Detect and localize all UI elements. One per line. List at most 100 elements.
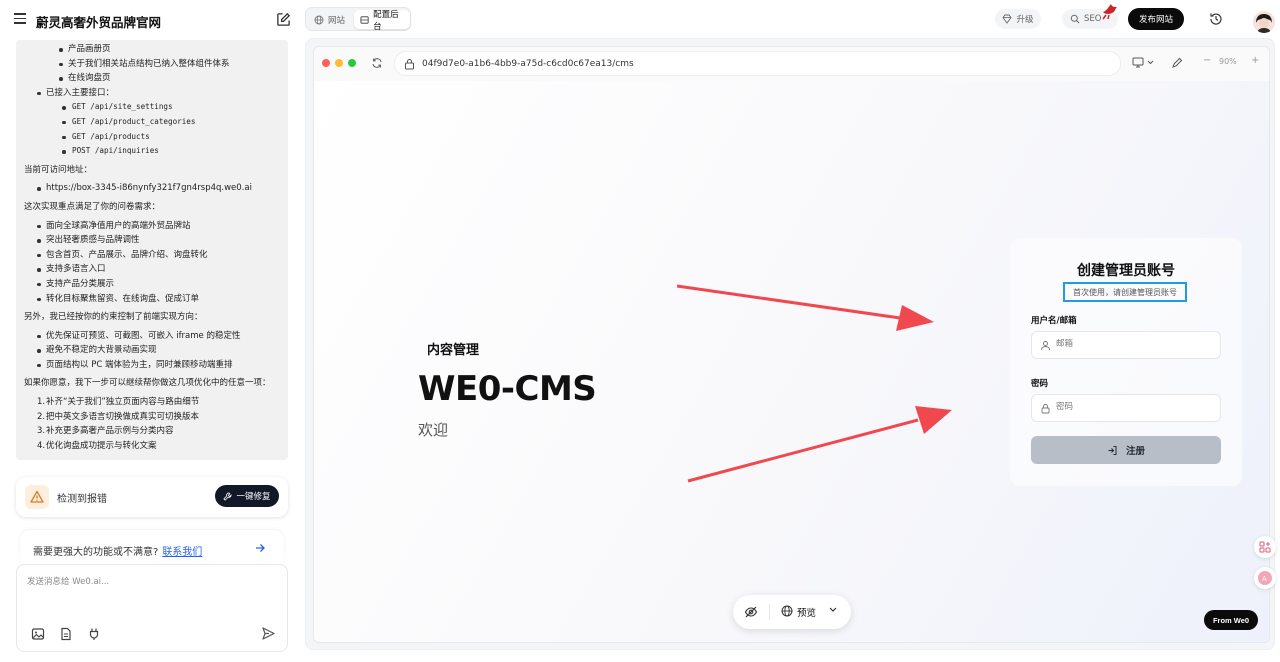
document-icon[interactable] xyxy=(59,627,73,641)
pencil-icon[interactable] xyxy=(1171,57,1183,69)
translate-float-button[interactable]: A xyxy=(1254,567,1276,589)
list-item: 转化目标聚焦留资、在线询盘、促成订单 xyxy=(24,292,280,307)
login-card: 创建管理员账号 首次使用，请创建管理员账号 用户名/邮箱 密码 注册 xyxy=(1010,238,1242,486)
list-item: 避免不稳定的大背景动画实现 xyxy=(24,343,280,358)
lock-icon xyxy=(1041,404,1050,414)
cms-eyebrow: 内容管理 xyxy=(427,343,480,358)
monitor-icon xyxy=(1132,57,1144,68)
password-field[interactable] xyxy=(1031,394,1221,422)
user-icon xyxy=(1041,341,1050,351)
search-icon xyxy=(1070,14,1080,24)
diamond-icon xyxy=(1002,14,1013,24)
globe-icon xyxy=(781,605,793,617)
svg-text:A: A xyxy=(1262,575,1267,583)
password-label: 密码 xyxy=(1031,379,1049,389)
new-ribbon-icon xyxy=(1102,4,1117,20)
register-button[interactable]: 注册 xyxy=(1031,436,1221,464)
fix-button[interactable]: 一键修复 xyxy=(215,485,279,507)
preview-toolbar: 预览 xyxy=(733,595,851,629)
warning-icon xyxy=(25,485,49,509)
apps-float-button[interactable] xyxy=(1254,536,1276,558)
error-text: 检测到报错 xyxy=(57,494,107,505)
api-item: GET /api/site_settings xyxy=(24,100,280,115)
tab-admin[interactable]: 配置后台 xyxy=(354,10,410,32)
paragraph: 当前可访问地址： xyxy=(24,164,93,175)
plugin-icon[interactable] xyxy=(87,627,101,641)
cms-welcome: 欢迎 xyxy=(418,421,449,439)
translate-icon: A xyxy=(1258,571,1272,585)
list-item: 产品画册页 xyxy=(24,42,280,57)
project-title: 蔚灵高奢外贸品牌官网 xyxy=(36,15,162,30)
list-item: 优先保证可预览、可截图、可嵌入 iframe 的稳定性 xyxy=(24,329,280,344)
chat-message: 产品画册页 关于我们相关站点结构已纳入整体组件体系 在线询盘页 已接入主要接口：… xyxy=(16,40,288,460)
history-icon[interactable] xyxy=(1209,12,1223,26)
tab-site[interactable]: 网站 xyxy=(310,11,351,28)
numbered-item: 1. 补齐“关于我们”独立页面内容与路由细节 xyxy=(37,397,200,408)
password-input[interactable] xyxy=(1056,402,1216,412)
chevron-down-icon[interactable] xyxy=(829,607,837,613)
login-title: 创建管理员账号 xyxy=(1077,263,1175,279)
contact-link[interactable]: 联系我们 xyxy=(162,547,202,558)
from-we0-badge[interactable]: From We0 xyxy=(1204,610,1258,630)
list-item: 支持多语言入口 xyxy=(24,262,280,277)
view-toggle: 网站 配置后台 xyxy=(305,7,411,32)
numbered-item: 4. 优化询盘成功提示与转化文案 xyxy=(37,440,157,451)
paragraph: 这次实现重点满足了你的问卷需求： xyxy=(24,201,161,212)
paragraph: 如果你愿意，我下一步可以继续帮你做这几项优化中的任意一项： xyxy=(24,378,271,389)
username-label: 用户名/邮箱 xyxy=(1031,316,1077,326)
cms-title: WE0-CMS xyxy=(418,369,597,409)
browser-window: 04f9d7e0-a1b6-4bb9-a75d-c6cd0c67ea13/cms… xyxy=(313,46,1270,643)
message-input[interactable] xyxy=(27,575,277,615)
chat-header: 蔚灵高奢外贸品牌官网 xyxy=(0,0,300,40)
address-bar[interactable]: 04f9d7e0-a1b6-4bb9-a75d-c6cd0c67ea13/cms xyxy=(394,51,1121,76)
database-icon xyxy=(360,15,369,24)
upgrade-button[interactable]: 升级 xyxy=(995,9,1041,29)
list-item: 已接入主要接口： xyxy=(24,86,280,101)
reload-icon[interactable] xyxy=(371,57,383,69)
zoom-out-button[interactable]: − xyxy=(1203,55,1211,66)
chat-panel: 蔚灵高奢外贸品牌官网 产品画册页 关于我们相关站点结构已纳入整体组件体系 在线询… xyxy=(0,0,300,662)
device-selector[interactable] xyxy=(1132,57,1154,68)
browser-toolbar: 04f9d7e0-a1b6-4bb9-a75d-c6cd0c67ea13/cms… xyxy=(314,47,1269,81)
minimize-dot-icon[interactable] xyxy=(335,59,343,67)
arrow-right-icon[interactable] xyxy=(254,542,266,554)
cms-page: 内容管理 WE0-CMS 欢迎 创建管理员账号 首次使用，请创建管理员账号 用户… xyxy=(314,81,1269,642)
zoom-in-button[interactable]: + xyxy=(1251,55,1259,66)
zoom-level: 90% xyxy=(1219,57,1237,66)
site-url-link[interactable]: https://box-3345-i86nynfy321f7gn4rsp4q.w… xyxy=(24,181,280,196)
menu-icon[interactable] xyxy=(14,13,26,25)
preview-language-select[interactable]: 预览 xyxy=(797,605,816,619)
api-item: GET /api/product_categories xyxy=(24,115,280,130)
error-card: 检测到报错 一键修复 xyxy=(16,477,288,517)
divider xyxy=(769,604,770,620)
chevron-down-icon xyxy=(1147,60,1154,65)
numbered-item: 2. 把中英文多语言切换做成真实可切换版本 xyxy=(37,411,200,422)
list-item: 包含首页、产品展示、品牌介绍、询盘转化 xyxy=(24,248,280,263)
api-item: GET /api/products xyxy=(24,130,280,145)
grid-plus-icon xyxy=(1259,541,1271,553)
close-dot-icon[interactable] xyxy=(322,59,330,67)
list-item: 面向全球高净值用户的高端外贸品牌站 xyxy=(24,219,280,234)
wrench-icon xyxy=(223,491,233,501)
login-subtitle: 首次使用，请创建管理员账号 xyxy=(1063,282,1187,302)
list-item: 突出轻奢质感与品牌调性 xyxy=(24,233,280,248)
avatar[interactable] xyxy=(1253,11,1275,33)
image-upload-icon[interactable] xyxy=(31,627,45,641)
list-item: 页面结构以 PC 端体验为主，同时兼顾移动端重排 xyxy=(24,358,280,373)
list-item: 关于我们相关站点结构已纳入整体组件体系 xyxy=(24,57,280,72)
send-icon[interactable] xyxy=(261,626,276,641)
maximize-dot-icon[interactable] xyxy=(348,59,356,67)
api-item: POST /api/inquiries xyxy=(24,144,280,159)
message-composer xyxy=(16,564,288,652)
globe-icon xyxy=(314,15,324,24)
eye-off-icon[interactable] xyxy=(744,605,758,619)
contact-card: 需要更强大的功能或不满意? 联系我们 xyxy=(20,530,284,568)
new-chat-icon[interactable] xyxy=(276,12,291,27)
username-input[interactable] xyxy=(1056,339,1216,349)
numbered-item: 3. 补充更多高奢产品示例与分类内容 xyxy=(37,426,174,437)
publish-button[interactable]: 发布网站 xyxy=(1128,8,1184,30)
paragraph: 另外，我已经按你的约束控制了前端实现方向： xyxy=(24,312,203,323)
lock-icon xyxy=(405,59,414,70)
username-field[interactable] xyxy=(1031,331,1221,359)
contact-text: 需要更强大的功能或不满意? 联系我们 xyxy=(33,547,203,558)
